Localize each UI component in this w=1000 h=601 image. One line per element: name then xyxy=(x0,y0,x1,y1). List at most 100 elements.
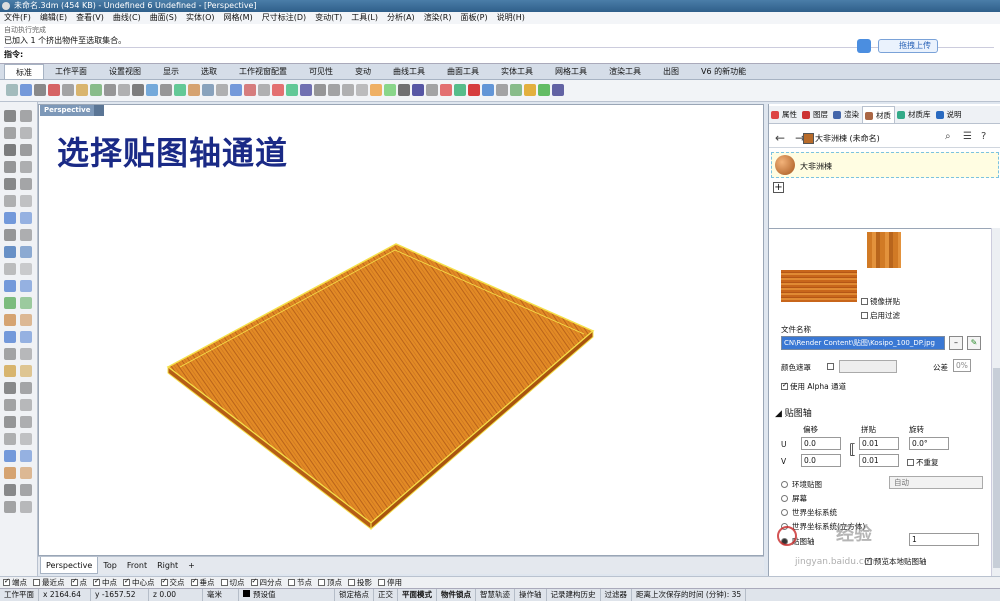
tool-icon[interactable] xyxy=(20,484,32,496)
tool-icon[interactable] xyxy=(4,297,16,309)
toolbar-tool-icon[interactable] xyxy=(426,84,438,96)
tool-icon[interactable] xyxy=(20,127,32,139)
toolbar-tool-icon[interactable] xyxy=(468,84,480,96)
mapping-section-title[interactable]: ◢ 贴图轴 xyxy=(775,406,812,419)
tool-icon[interactable] xyxy=(20,314,32,326)
panel-tab[interactable]: 渲染 xyxy=(831,106,862,123)
tool-icon[interactable] xyxy=(4,331,16,343)
osnap-checkbox[interactable] xyxy=(3,577,10,586)
texture-thumbnail[interactable] xyxy=(781,270,857,302)
add-material-button[interactable]: + xyxy=(773,182,784,193)
menu-item[interactable]: 变动(T) xyxy=(315,12,342,24)
edit-file-button[interactable]: ✎ xyxy=(967,336,981,350)
toolbar-tool-icon[interactable] xyxy=(300,84,312,96)
toolbar-tool-icon[interactable] xyxy=(272,84,284,96)
tool-icon[interactable] xyxy=(4,450,16,462)
osnap-checkbox[interactable] xyxy=(70,577,78,586)
toolbar-tool-icon[interactable] xyxy=(76,84,88,96)
toolbar-tool-icon[interactable] xyxy=(132,84,144,96)
tool-icon[interactable] xyxy=(4,127,16,139)
osnap-checkbox[interactable] xyxy=(220,579,228,586)
panel-tab[interactable]: 材质库 xyxy=(895,106,934,123)
toolbar-tool-icon[interactable] xyxy=(356,84,368,96)
tool-icon[interactable] xyxy=(4,433,16,445)
tool-icon[interactable] xyxy=(4,382,16,394)
tool-icon[interactable] xyxy=(4,195,16,207)
chevron-down-icon[interactable] xyxy=(94,105,105,116)
wcs-radio[interactable]: 世界坐标系统 xyxy=(781,507,837,518)
rotation-field[interactable]: 0.0° xyxy=(909,437,949,450)
toolbar-tab[interactable]: 选取 xyxy=(190,64,228,79)
menu-item[interactable]: 曲面(S) xyxy=(150,12,177,24)
menu-item[interactable]: 网格(M) xyxy=(224,12,253,24)
toolbar-tool-icon[interactable] xyxy=(328,84,340,96)
osnap-checkbox[interactable] xyxy=(250,577,258,586)
toolbar-tab[interactable]: 曲线工具 xyxy=(382,64,436,79)
osnap-checkbox[interactable] xyxy=(378,579,385,586)
toolbar-tab[interactable]: 显示 xyxy=(152,64,190,79)
tool-icon[interactable] xyxy=(4,467,16,479)
osnap-checkbox[interactable] xyxy=(123,577,130,586)
osnap-checkbox[interactable] xyxy=(348,579,355,586)
toolbar-tool-icon[interactable] xyxy=(188,84,200,96)
toolbar-tab[interactable]: 变动 xyxy=(344,64,382,79)
tool-icon[interactable] xyxy=(20,297,32,309)
osnap-option[interactable]: 中点 xyxy=(93,577,117,588)
toolbar-tool-icon[interactable] xyxy=(104,84,116,96)
checkbox[interactable] xyxy=(907,459,914,466)
tool-icon[interactable] xyxy=(20,178,32,190)
toolbar-tab[interactable]: 工作平面 xyxy=(44,64,98,79)
checkbox[interactable] xyxy=(861,312,868,319)
tool-icon[interactable] xyxy=(20,450,32,462)
menu-item[interactable]: 实体(O) xyxy=(186,12,215,24)
toolbar-tool-icon[interactable] xyxy=(216,84,228,96)
scrollbar-thumb[interactable] xyxy=(993,368,1000,568)
tool-icon[interactable] xyxy=(4,110,16,122)
menu-item[interactable]: 曲线(C) xyxy=(113,12,141,24)
menu-item[interactable]: 工具(L) xyxy=(351,12,378,24)
toolbar-tool-icon[interactable] xyxy=(230,84,242,96)
tool-icon[interactable] xyxy=(20,416,32,428)
toolbar-tab[interactable]: 可见性 xyxy=(298,64,344,79)
panel-scrollbar[interactable] xyxy=(991,228,1000,576)
toolbar-tool-icon[interactable] xyxy=(6,84,18,96)
tool-icon[interactable] xyxy=(4,348,16,360)
osnap-option[interactable]: 中心点 xyxy=(123,577,155,588)
toolbar-tab[interactable]: 网格工具 xyxy=(544,64,598,79)
menu-icon[interactable]: ☰ xyxy=(963,131,972,142)
tool-icon[interactable] xyxy=(20,348,32,360)
toolbar-tool-icon[interactable] xyxy=(552,84,564,96)
toolbar-tab[interactable]: 工作视窗配置 xyxy=(228,64,298,79)
osnap-option[interactable]: 投影 xyxy=(348,577,372,588)
panel-tab[interactable]: 图层 xyxy=(800,106,831,123)
tool-icon[interactable] xyxy=(4,212,16,224)
osnap-option[interactable]: 停用 xyxy=(378,577,402,588)
toolbar-tab[interactable]: 出图 xyxy=(652,64,690,79)
toolbar-tool-icon[interactable] xyxy=(48,84,60,96)
viewport-label[interactable]: Perspective xyxy=(40,105,105,116)
menu-item[interactable]: 面板(P) xyxy=(461,12,488,24)
env-map-radio[interactable]: 环境贴图 xyxy=(781,479,822,490)
no-repeat-checkbox[interactable]: 不重复 xyxy=(907,457,939,468)
view-tab[interactable]: Front xyxy=(122,557,152,574)
tool-icon[interactable] xyxy=(20,382,32,394)
tool-icon[interactable] xyxy=(20,399,32,411)
tool-icon[interactable] xyxy=(20,433,32,445)
osnap-checkbox[interactable] xyxy=(33,579,40,586)
tool-icon[interactable] xyxy=(20,331,32,343)
toolbar-tool-icon[interactable] xyxy=(510,84,522,96)
status-item[interactable]: 过滤器 xyxy=(601,589,632,601)
wood-board-top[interactable] xyxy=(166,243,595,524)
add-view-tab-button[interactable]: + xyxy=(183,557,200,574)
status-item[interactable]: 操作轴 xyxy=(515,589,547,601)
back-arrow-icon[interactable]: ← xyxy=(775,131,785,145)
toolbar-tool-icon[interactable] xyxy=(34,84,46,96)
toolbar-tool-icon[interactable] xyxy=(524,84,536,96)
screen-radio[interactable]: 屏幕 xyxy=(781,493,807,504)
tool-icon[interactable] xyxy=(4,246,16,258)
menu-item[interactable]: 文件(F) xyxy=(4,12,31,24)
osnap-option[interactable]: 最近点 xyxy=(33,577,65,588)
v-offset-field[interactable]: 0.0 xyxy=(801,454,841,467)
menu-item[interactable]: 分析(A) xyxy=(387,12,415,24)
channel-field[interactable]: 1 xyxy=(909,533,979,546)
